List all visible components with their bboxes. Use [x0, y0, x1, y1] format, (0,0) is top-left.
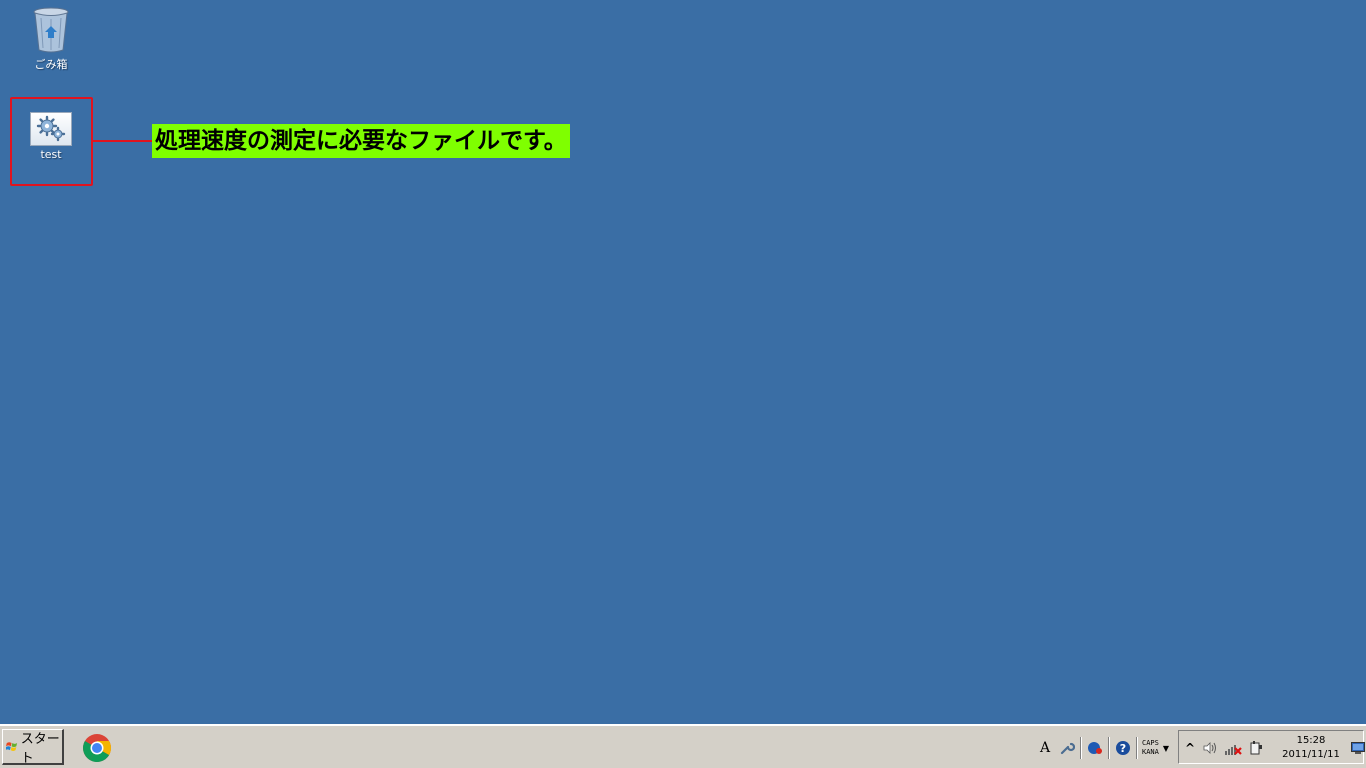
- annotation-connector-line: [92, 140, 152, 142]
- kana-indicator: KANA: [1142, 748, 1159, 756]
- chevron-down-icon[interactable]: ▼: [1163, 744, 1169, 753]
- tools-icon[interactable]: [1056, 737, 1078, 759]
- expand-icon[interactable]: ^: [1179, 737, 1201, 759]
- annotation-highlight-box: [10, 97, 93, 186]
- show-desktop-icon[interactable]: [1351, 740, 1365, 759]
- tray-separator: [1136, 737, 1138, 759]
- clock-time: 15:28: [1296, 735, 1326, 746]
- taskbar: スタート A ? CAPS KANA ▼ ^ 15:28 2011/11/11: [0, 724, 1366, 768]
- svg-text:?: ?: [1120, 742, 1126, 755]
- network-disconnected-icon[interactable]: [1222, 737, 1244, 759]
- start-button[interactable]: スタート: [2, 729, 64, 766]
- network-app-icon[interactable]: [1084, 737, 1106, 759]
- recycle-bin-shortcut[interactable]: ごみ箱: [14, 6, 88, 72]
- desktop: ごみ箱 test 処理速度の測定に必要なファイルです。: [0, 0, 1366, 724]
- recycle-bin-label: ごみ箱: [34, 58, 68, 71]
- clock-date: 2011/11/11: [1282, 749, 1340, 760]
- volume-icon[interactable]: [1199, 737, 1221, 759]
- language-bar: A ? CAPS KANA ▼: [1034, 730, 1169, 766]
- help-icon[interactable]: ?: [1112, 737, 1134, 759]
- chrome-taskbar-button[interactable]: [80, 731, 114, 765]
- annotation-callout: 処理速度の測定に必要なファイルです。: [152, 124, 570, 158]
- tray-separator: [1080, 737, 1082, 759]
- caps-indicator: CAPS: [1142, 739, 1159, 747]
- power-icon[interactable]: [1245, 737, 1267, 759]
- notification-area: ^ 15:28 2011/11/11: [1178, 730, 1365, 764]
- ime-mode-indicator[interactable]: A: [1034, 737, 1056, 759]
- recycle-bin-icon: [33, 7, 69, 53]
- tray-separator: [1108, 737, 1110, 759]
- ime-status-indicator[interactable]: CAPS KANA: [1142, 739, 1159, 757]
- start-label: スタート: [20, 731, 60, 766]
- chrome-icon: [83, 734, 111, 762]
- windows-logo-icon: [6, 741, 18, 751]
- clock[interactable]: 15:28 2011/11/11: [1275, 734, 1347, 762]
